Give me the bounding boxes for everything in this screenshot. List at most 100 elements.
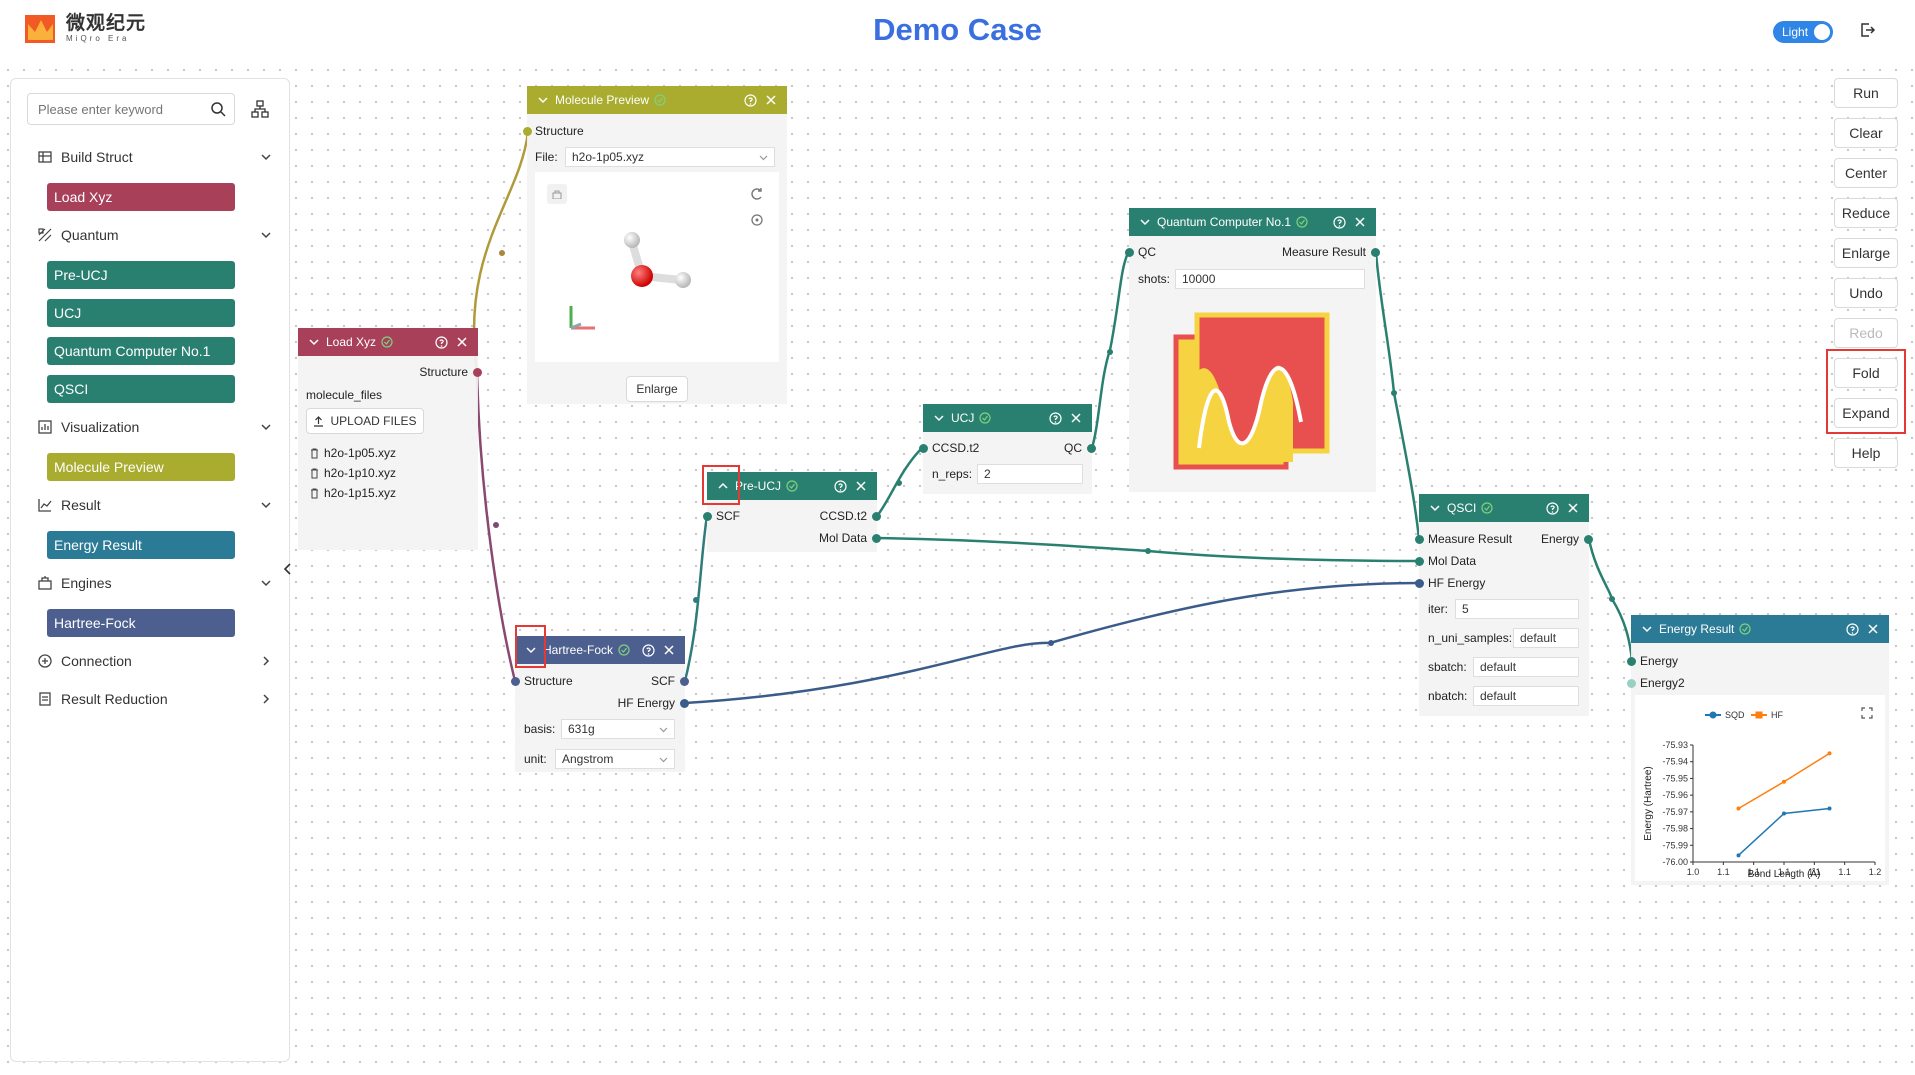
shots-input[interactable]: 10000	[1175, 269, 1365, 289]
node-header[interactable]: QSCI	[1419, 494, 1589, 522]
input-port-structure[interactable]	[511, 677, 520, 686]
palette-item-energy-result[interactable]: Energy Result	[47, 531, 235, 559]
node-load-xyz[interactable]: Load Xyz Structure molecule_files UPLOAD…	[298, 328, 482, 550]
target-icon[interactable]	[749, 212, 765, 228]
close-icon[interactable]	[1070, 412, 1082, 424]
chevron-down-icon[interactable]	[1641, 623, 1653, 635]
chevron-down-icon[interactable]	[1139, 216, 1151, 228]
palette-item-ucj[interactable]: UCJ	[47, 299, 235, 327]
chevron-down-icon[interactable]	[308, 336, 320, 348]
output-port-structure[interactable]	[473, 368, 482, 377]
collapse-sidebar-icon[interactable]	[281, 560, 295, 578]
palette-item-load-xyz[interactable]: Load Xyz	[47, 183, 235, 211]
palette-item-quantum-computer[interactable]: Quantum Computer No.1	[47, 337, 235, 365]
palette-item-qsci[interactable]: QSCI	[47, 375, 235, 403]
trash-icon[interactable]	[310, 488, 319, 499]
output-port-mol-data[interactable]	[872, 534, 881, 543]
chevron-down-icon[interactable]	[933, 412, 945, 424]
file-list-item[interactable]: h2o-1p10.xyz	[310, 466, 396, 480]
output-port-hf-energy[interactable]	[680, 699, 689, 708]
nreps-input[interactable]: 2	[977, 464, 1083, 484]
close-icon[interactable]	[765, 94, 777, 106]
search-icon[interactable]	[210, 101, 226, 117]
close-icon[interactable]	[1867, 623, 1879, 635]
node-header[interactable]: Load Xyz	[298, 328, 478, 356]
edge-qc-qsci[interactable]	[1374, 252, 1421, 540]
lock-icon[interactable]	[552, 189, 562, 199]
category-engines[interactable]: Engines	[37, 573, 273, 593]
close-icon[interactable]	[1354, 216, 1366, 228]
category-connection[interactable]: Connection	[37, 651, 273, 671]
refresh-icon[interactable]	[749, 186, 765, 202]
input-port-ccsd-t2[interactable]	[919, 444, 928, 453]
enlarge-button[interactable]: Enlarge	[1834, 238, 1898, 268]
file-list-item[interactable]: h2o-1p05.xyz	[310, 446, 396, 460]
help-icon[interactable]	[1546, 502, 1559, 515]
sbatch-input[interactable]: default	[1473, 657, 1579, 677]
help-icon[interactable]	[1333, 216, 1346, 229]
input-port-measure-result[interactable]	[1415, 535, 1424, 544]
file-select[interactable]: h2o-1p05.xyz	[565, 147, 775, 167]
redo-button[interactable]: Redo	[1834, 318, 1898, 348]
input-port-structure[interactable]	[523, 127, 532, 136]
palette-item-molecule-preview[interactable]: Molecule Preview	[47, 453, 235, 481]
clear-button[interactable]: Clear	[1834, 118, 1898, 148]
output-port-scf[interactable]	[680, 677, 689, 686]
output-port-ccsd-t2[interactable]	[872, 512, 881, 521]
node-molecule-preview[interactable]: Molecule Preview Structure File: h2o-1p0…	[523, 86, 787, 404]
trash-icon[interactable]	[310, 448, 319, 459]
molecule-viewer[interactable]	[535, 172, 779, 362]
trash-icon[interactable]	[310, 468, 319, 479]
n-uni-samples-input[interactable]: default	[1513, 628, 1579, 648]
iter-input[interactable]: 5	[1455, 599, 1579, 619]
palette-item-hartree-fock[interactable]: Hartree-Fock	[47, 609, 235, 637]
node-quantum-computer[interactable]: Quantum Computer No.1 QC Measure Result …	[1125, 208, 1380, 492]
help-icon[interactable]	[642, 644, 655, 657]
help-button[interactable]: Help	[1834, 438, 1898, 468]
help-icon[interactable]	[834, 480, 847, 493]
chevron-down-icon[interactable]	[537, 94, 549, 106]
node-header[interactable]: Energy Result	[1631, 615, 1889, 643]
unit-select[interactable]: Angstrom	[555, 749, 675, 769]
input-port-hf-energy[interactable]	[1415, 579, 1424, 588]
node-ucj[interactable]: UCJ CCSD.t2 QC n_reps: 2	[919, 404, 1096, 494]
input-port-scf[interactable]	[703, 512, 712, 521]
help-icon[interactable]	[1049, 412, 1062, 425]
enlarge-preview-button[interactable]: Enlarge	[626, 376, 688, 402]
help-icon[interactable]	[744, 94, 757, 107]
output-port-energy[interactable]	[1584, 535, 1593, 544]
node-header[interactable]: Molecule Preview	[527, 86, 787, 114]
category-build-struct[interactable]: Build Struct	[37, 147, 273, 167]
reduce-button[interactable]: Reduce	[1834, 198, 1898, 228]
search-box[interactable]	[27, 93, 235, 125]
center-button[interactable]: Center	[1834, 158, 1898, 188]
run-button[interactable]: Run	[1834, 78, 1898, 108]
category-result-reduction[interactable]: Result Reduction	[37, 689, 273, 709]
close-icon[interactable]	[855, 480, 867, 492]
input-port-energy[interactable]	[1627, 657, 1636, 666]
search-input[interactable]	[28, 94, 198, 124]
close-icon[interactable]	[663, 644, 675, 656]
fullscreen-icon[interactable]	[1861, 707, 1873, 719]
node-header[interactable]: UCJ	[923, 404, 1092, 432]
hierarchy-icon[interactable]	[251, 100, 269, 118]
chevron-down-icon[interactable]	[1429, 502, 1441, 514]
input-port-qc[interactable]	[1125, 248, 1134, 257]
node-header[interactable]: Quantum Computer No.1	[1129, 208, 1376, 236]
basis-select[interactable]: 631g	[561, 719, 675, 739]
category-quantum[interactable]: Quantum	[37, 225, 273, 245]
nbatch-input[interactable]: default	[1473, 686, 1579, 706]
undo-button[interactable]: Undo	[1834, 278, 1898, 308]
output-port-qc[interactable]	[1087, 444, 1096, 453]
category-visualization[interactable]: Visualization	[37, 417, 273, 437]
file-list-item[interactable]: h2o-1p15.xyz	[310, 486, 396, 500]
help-icon[interactable]	[1846, 623, 1859, 636]
upload-files-button[interactable]: UPLOAD FILES	[306, 408, 424, 434]
input-port-mol-data[interactable]	[1415, 557, 1424, 566]
palette-item-pre-ucj[interactable]: Pre-UCJ	[47, 261, 235, 289]
close-icon[interactable]	[456, 336, 468, 348]
input-port-energy2[interactable]	[1627, 679, 1636, 688]
output-port-measure-result[interactable]	[1371, 248, 1380, 257]
close-icon[interactable]	[1567, 502, 1579, 514]
node-energy-result[interactable]: Energy Result Energy Energy2 -75.93 -75.9…	[1627, 615, 1889, 885]
